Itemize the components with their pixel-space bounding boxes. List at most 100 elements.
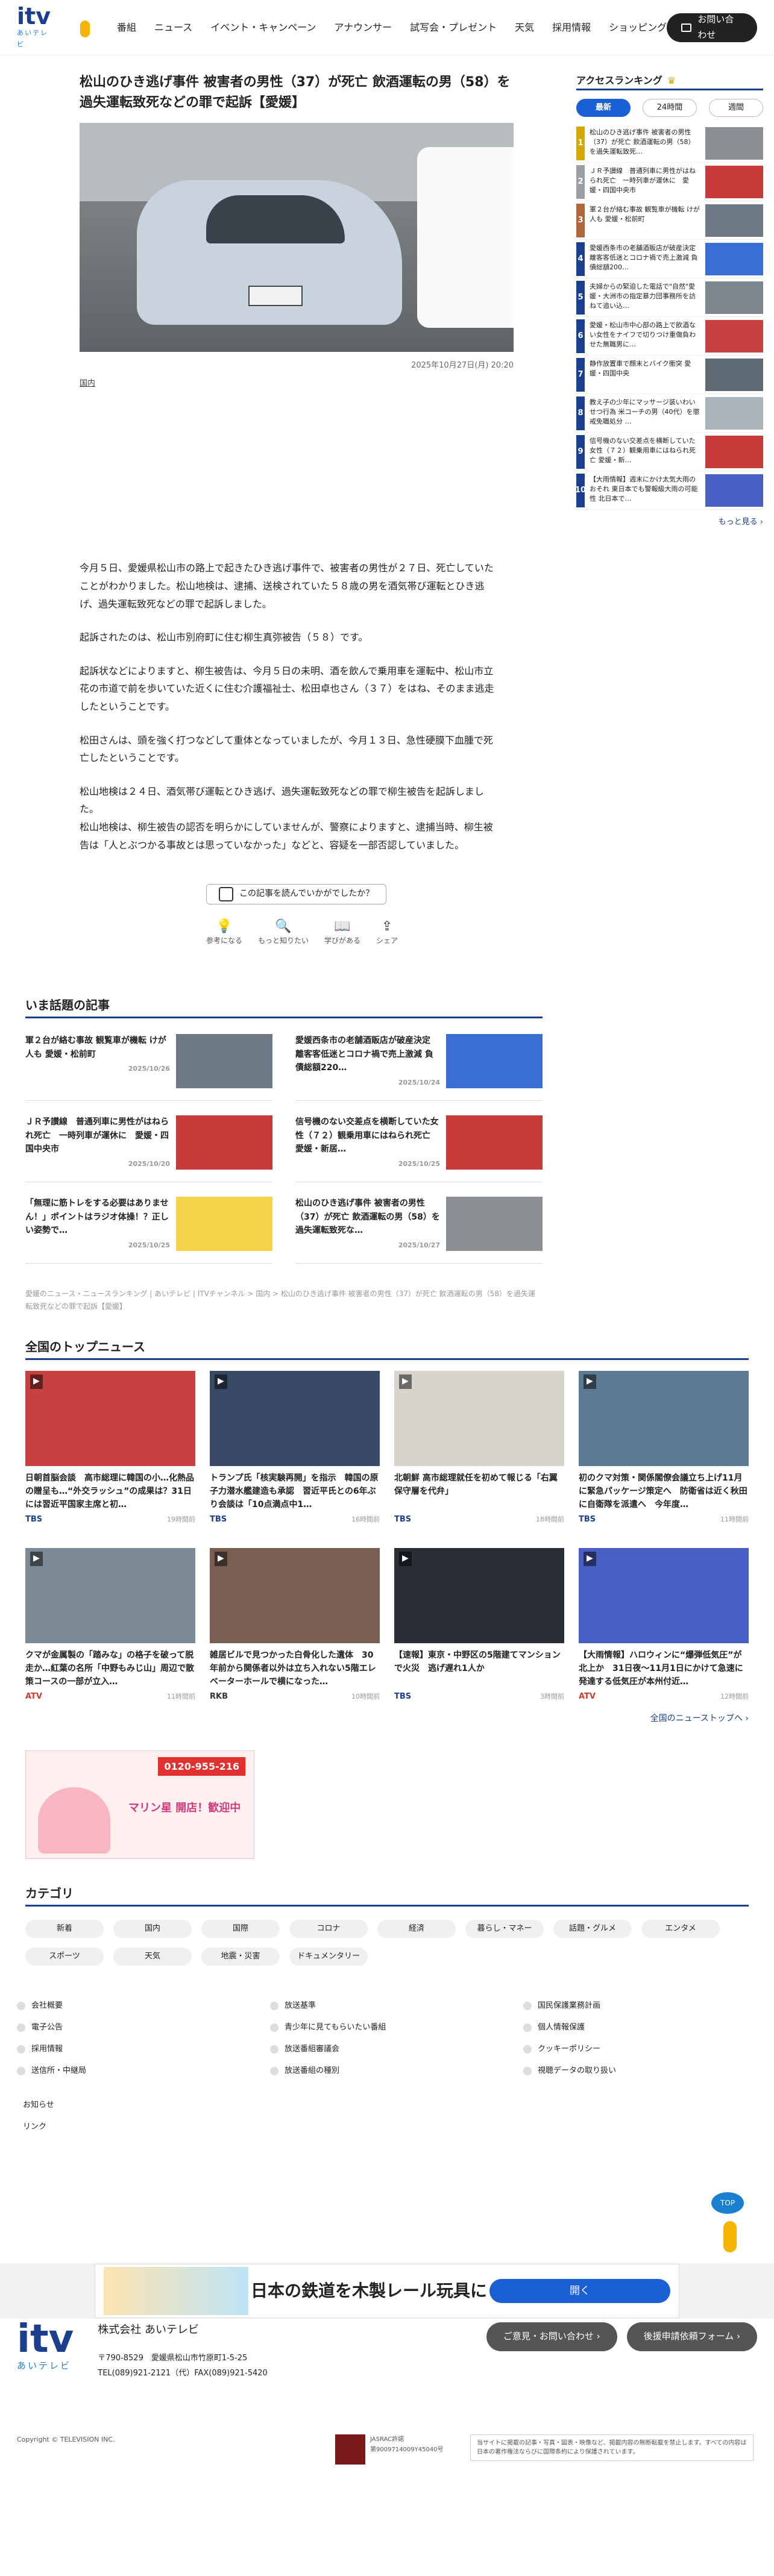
top-news-item[interactable]: ▶ 雑居ビルで見つかった白骨化した遺体 30年前から関係者以外は立ち入れない5階エ… [210,1548,380,1703]
ranking-item[interactable]: 6 愛媛・松山市中心部の路上で飲酒ない女性をナイフで切りつけ重傷負わせた無職男に… [576,317,763,356]
nav-item[interactable]: ショッピング [609,19,667,36]
hot-topic-item[interactable]: 愛媛西条市の老舗酒販店が破産決定 離客客低迷とコロナ禍で売上激減 負債総額220… [295,1034,543,1102]
hot-topic-item[interactable]: 信号機のない交差点を横断していた女性（７２）観乗用車にはねられ死亡 愛媛・新居…… [295,1115,543,1183]
reaction-label: シェア [376,936,398,945]
top-news-item[interactable]: ▶ 【速報】東京・中野区の5階建てマンションで火災 逃げ遅れ1人か TBS 3時間前 [394,1548,564,1703]
ranking-thumbnail [705,435,763,468]
article-paragraph: 松山地検は２４日、酒気帯び運転とひき逃げ、過失運転致死などの罪で柳生被告を起訴し… [80,785,493,851]
ranking-tabs: 最新 24時間 週間 [576,99,763,118]
footer-link[interactable]: 視聴データの取り扱い [523,2064,774,2078]
footer-logo[interactable]: itv あいテレビ [17,2320,74,2374]
reaction-learn[interactable]: 📖 学びがある [324,919,360,947]
footer-link[interactable]: 青少年に見てもらいたい番組 [270,2021,523,2034]
hot-topic-thumbnail [176,1034,272,1089]
ad-banner[interactable]: 0120-955-216 マリン星 開店！歓迎中 [25,1750,254,1860]
category-chip[interactable]: コロナ [289,1920,368,1938]
article-body: 今月５日、愛媛県松山市の路上で起きたひき逃げ事件で、被害者の男性が２７日、死亡し… [80,559,496,854]
share-button[interactable]: ⇪ シェア [376,919,398,947]
article-paragraph: 松田さんは、頭を強く打つなどして重体となっていましたが、今月１３日、急性硬膜下血… [80,734,493,764]
ranking-item[interactable]: 8 教え子の少年にマッサージ装いわいせつ行為 米コーチの男（40代）を懲戒免職処分… [576,394,763,433]
footer-link[interactable]: 放送番組の種別 [270,2064,523,2078]
article-paragraph: 今月５日、愛媛県松山市の路上で起きたひき逃げ事件で、被害者の男性が２７日、死亡し… [80,562,494,610]
category-chip[interactable]: 地震・災害 [201,1948,280,1966]
ranking-item[interactable]: 5 夫婦からの緊迫した電話で"自然"愛媛・大洲市の指定暴力団事務所を訪ねて追い込… [576,278,763,318]
contact-button[interactable]: お問い合わせ [667,13,757,42]
footer-link[interactable]: 個人情報保護 [523,2021,774,2034]
top-news-source: TBS [210,1515,227,1525]
bullet-icon [270,2023,278,2032]
ad-toy-train-image [104,2267,248,2315]
footer-link[interactable]: お知らせ [17,2099,774,2112]
footer-link[interactable]: リンク [17,2120,774,2134]
hot-topic-item[interactable]: 軍２台が絡む事故 観覧車が機転 けが人も 愛媛・松前町 2025/10/26 [25,1034,272,1102]
footer-link[interactable]: 放送番組審議会 [270,2043,523,2056]
ranking-item[interactable]: 4 愛媛西条市の老舗酒販店が破産決定 離客客低迷とコロナ禍で売上激減 負債総額20… [576,240,763,279]
share-icon: ⇪ [381,918,393,934]
ranking-number: 1 [576,126,585,160]
footer-link-label: 放送番組の種別 [285,2066,340,2076]
video-play-icon: ▶ [30,1552,43,1567]
bottom-ad-banner[interactable]: 日本の鉄道を木製レール玩具に 開く [95,2264,679,2318]
footer-link[interactable]: 国民保護業務計画 [523,1999,774,2013]
top-news-item[interactable]: ▶ 日朝首脳会談 高市総理に韓国の小…化熱品の贈呈も…“外交ラッシュ”の成果は？3… [25,1371,195,1526]
hot-topic-text: 「無理に筋トレをする必要はありません！」ポイントはラジオ体操！？正しい姿勢で… 2… [25,1197,170,1251]
top-news-item[interactable]: ▶ クマが金属製の「踏みな」の格子を破って脱走か…紅葉の名所「中野もみじ山」周辺で… [25,1548,195,1703]
nav-item[interactable]: 試写会・プレゼント [410,19,497,36]
category-chip[interactable]: 経済 [377,1920,456,1938]
ranking-tab-24h[interactable]: 24時間 [643,99,697,118]
nav-item[interactable]: イベント・キャンペーン [210,19,316,36]
ranking-item[interactable]: 9 信号機のない交差点を横断していた女性（７２）観乗用車にはねられ死亡 愛媛・新… [576,433,763,472]
inquiry-button[interactable]: ご意見・お問い合わせ › [486,2322,617,2351]
copyright: Copyright © TELEVISION INC. [17,2436,115,2443]
back-to-top-button[interactable]: TOP [711,2192,744,2214]
top-news-meta: RKB 10時間前 [210,1690,380,1703]
category-chip[interactable]: 天気 [113,1948,192,1966]
ranking-title: 夫婦からの緊迫した電話で"自然"愛媛・大洲市の指定暴力団事務所を訪ねて追い込… [590,282,696,310]
top-news-item[interactable]: ▶ トランプ氏「核実験再開」を指示 韓国の原子力潜水艦建造も承認 習近平氏との6年… [210,1371,380,1526]
nav-item[interactable]: 採用情報 [552,19,591,36]
company-name: 株式会社 あいテレビ [98,2324,199,2336]
site-header: itv あいテレビ 番組 ニュース イベント・キャンペーン アナウンサー 試写会・プレゼ… [0,0,774,55]
nav-item[interactable]: ニュース [154,19,192,36]
reaction-more[interactable]: 🔍 もっと知りたい [258,919,309,947]
hot-topic-thumbnail [176,1197,272,1252]
category-chip[interactable]: 国際 [201,1920,280,1938]
hot-topic-item[interactable]: ＪＲ予讃線 普通列車に男性がはねられ死亡 一時列車が運休に 愛媛・四国中央市 20… [25,1115,272,1183]
nav-item[interactable]: 番組 [117,19,136,36]
ranking-heading: アクセスランキング ♛ [576,72,763,91]
nav-item[interactable]: アナウンサー [334,19,392,36]
ranking-item[interactable]: 1 松山のひき逃げ事件 被害者の男性（37）が死亡 飲酒運転の男（58）を過失運転… [576,124,763,163]
top-news-item[interactable]: ▶ 北朝鮮 高市総理就任を初めて報じる「右翼保守層を代弁」 TBS 18時間前 [394,1371,564,1526]
category-chip[interactable]: 新着 [25,1920,104,1938]
footer-link[interactable]: 送信所・中継局 [17,2064,270,2078]
ranking-item[interactable]: 3 軍２台が絡む事故 観覧車が機転 けが人も 愛媛・松前町 [576,201,763,240]
ranking-tab-weekly[interactable]: 週間 [709,99,763,118]
bottom-ad: 日本の鉄道を木製レール玩具に 開く [0,2263,774,2319]
category-chip[interactable]: 暮らし・マネー [465,1920,544,1938]
category-chip[interactable]: スポーツ [25,1948,104,1966]
ranking-item[interactable]: 7 静作放置車で顔末とバイク衝突 愛媛・四国中央 [576,356,763,395]
ranking-title: 教え子の少年にマッサージ装いわいせつ行為 米コーチの男（40代）を懲戒免職処分 … [590,398,700,425]
footer-link[interactable]: クッキーポリシー [523,2043,774,2056]
article-category-link[interactable]: 国内 [80,377,543,390]
category-chip[interactable]: 国内 [113,1920,192,1938]
ranking-more-link[interactable]: もっと見る › [576,516,763,529]
hot-topic-item[interactable]: 松山のひき逃げ事件 被害者の男性（37）が死亡 飲酒運転の男（58）を過失運転致… [295,1197,543,1264]
site-logo[interactable]: itv あいテレビ [17,5,95,50]
ranking-tab-latest[interactable]: 最新 [576,99,631,118]
hot-topic-item[interactable]: 「無理に筋トレをする必要はありません！」ポイントはラジオ体操！？正しい姿勢で… 2… [25,1197,272,1264]
mascot-icon [74,16,95,40]
footer-link[interactable]: 会社概要 [17,1999,270,2013]
footer-link[interactable]: 採用情報 [17,2043,270,2056]
bottom-ad-open-button[interactable]: 開く [489,2279,670,2303]
nav-item[interactable]: 天気 [515,19,534,36]
footer-link[interactable]: 放送基準 [270,1999,523,2013]
category-chip[interactable]: ドキュメンタリー [289,1948,368,1966]
ranking-item[interactable]: 10 【大雨情報】週末にかけ太気大雨のおそれ 東日本でも警報級大雨の可能性 北日本… [575,471,763,510]
sponsorship-form-button[interactable]: 後援申請依頼フォーム › [626,2322,757,2351]
reaction-helpful[interactable]: 💡 参考になる [206,919,242,947]
footer-link-label: 送信所・中継局 [31,2066,87,2076]
footer-link[interactable]: 電子公告 [17,2021,270,2034]
hot-topic-thumbnail [446,1034,543,1089]
ranking-item[interactable]: 2 ＪＲ予讃線 普通列車に男性がはねられ死亡 一時列車が運休に 愛媛・四国中央市 [576,163,763,202]
